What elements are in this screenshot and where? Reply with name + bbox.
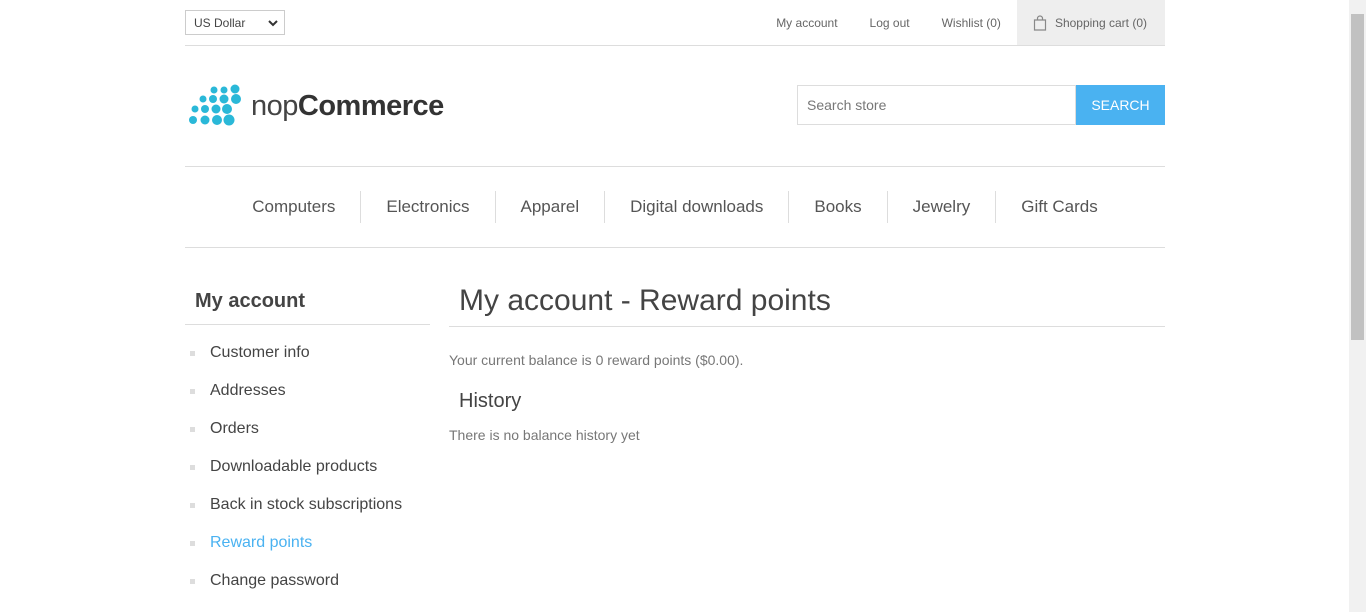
menu-item-books[interactable]: Books [788, 191, 886, 223]
sidebar-title: My account [185, 277, 430, 325]
bullet-icon [190, 464, 195, 470]
logo-text-part2: Commerce [297, 89, 444, 122]
sidebar-item-customer-info[interactable]: Customer info [185, 334, 430, 372]
sidebar-item-label: Customer info [210, 344, 310, 361]
header-lower: nopCommerce SEARCH [185, 46, 1165, 167]
search-input[interactable] [797, 85, 1076, 125]
reward-balance-text: Your current balance is 0 reward points … [449, 352, 744, 368]
no-history-text: There is no balance history yet [449, 427, 640, 443]
shopping-cart-label: Shopping cart (0) [1054, 15, 1147, 30]
menu-item-apparel[interactable]: Apparel [494, 191, 605, 223]
nopcommerce-logo-icon [189, 84, 241, 126]
menu-item-electronics[interactable]: Electronics [360, 191, 494, 223]
bullet-icon [190, 388, 195, 394]
main-content: My account - Reward points Your current … [449, 277, 1165, 443]
bullet-icon [190, 540, 195, 546]
page-wrapper: US Dollar My account Log out Wishlist (0… [185, 0, 1165, 589]
page-title: My account - Reward points [449, 277, 1165, 327]
menu-item-computers[interactable]: Computers [227, 191, 360, 223]
bullet-icon [190, 350, 195, 356]
sidebar-item-label: Orders [210, 420, 259, 437]
sidebar-item-back-in-stock[interactable]: Back in stock subscriptions [185, 486, 430, 524]
sidebar-item-label: Change password [210, 572, 339, 589]
sidebar-item-label: Back in stock subscriptions [210, 496, 403, 513]
search-box: SEARCH [797, 85, 1165, 125]
shopping-bag-icon [1033, 14, 1047, 31]
bullet-icon [190, 578, 195, 584]
bullet-icon [190, 426, 195, 432]
scrollbar-thumb[interactable] [1351, 14, 1364, 340]
shopping-cart-link[interactable]: Shopping cart (0) [1016, 0, 1165, 45]
sidebar-item-downloadable-products[interactable]: Downloadable products [185, 448, 430, 486]
sidebar-item-addresses[interactable]: Addresses [185, 372, 430, 410]
bullet-icon [190, 502, 195, 508]
sidebar-item-label: Reward points [210, 534, 313, 551]
sidebar-item-label: Downloadable products [210, 458, 378, 475]
sidebar-item-reward-points[interactable]: Reward points [185, 524, 430, 562]
page-scrollbar[interactable] [1349, 0, 1366, 612]
chevron-down-icon [268, 20, 278, 27]
top-menu: Computers Electronics Apparel Digital do… [185, 167, 1165, 248]
log-out-link[interactable]: Log out [854, 0, 926, 45]
wishlist-link[interactable]: Wishlist (0) [926, 0, 1017, 45]
history-heading: History [459, 390, 522, 412]
menu-item-jewelry[interactable]: Jewelry [886, 191, 996, 223]
currency-selected-value: US Dollar [194, 15, 246, 30]
sidebar-item-label: Addresses [210, 382, 286, 399]
header-upper: US Dollar My account Log out Wishlist (0… [185, 0, 1165, 46]
account-sidebar: My account Customer info Addresses Order… [185, 277, 430, 600]
logo-text: nopCommerce [251, 90, 444, 123]
menu-item-digital-downloads[interactable]: Digital downloads [604, 191, 788, 223]
header-links: My account Log out Wishlist (0) Shopping… [760, 0, 1165, 45]
my-account-link[interactable]: My account [760, 0, 853, 45]
logo-text-part1: nop [251, 89, 298, 122]
sidebar-item-change-password[interactable]: Change password [185, 562, 430, 600]
store-logo[interactable]: nopCommerce [187, 84, 444, 128]
search-button[interactable]: SEARCH [1076, 85, 1165, 125]
sidebar-list: Customer info Addresses Orders Downloada… [185, 325, 430, 600]
currency-selector[interactable]: US Dollar [185, 10, 285, 35]
sidebar-item-orders[interactable]: Orders [185, 410, 430, 448]
menu-item-gift-cards[interactable]: Gift Cards [995, 191, 1123, 223]
